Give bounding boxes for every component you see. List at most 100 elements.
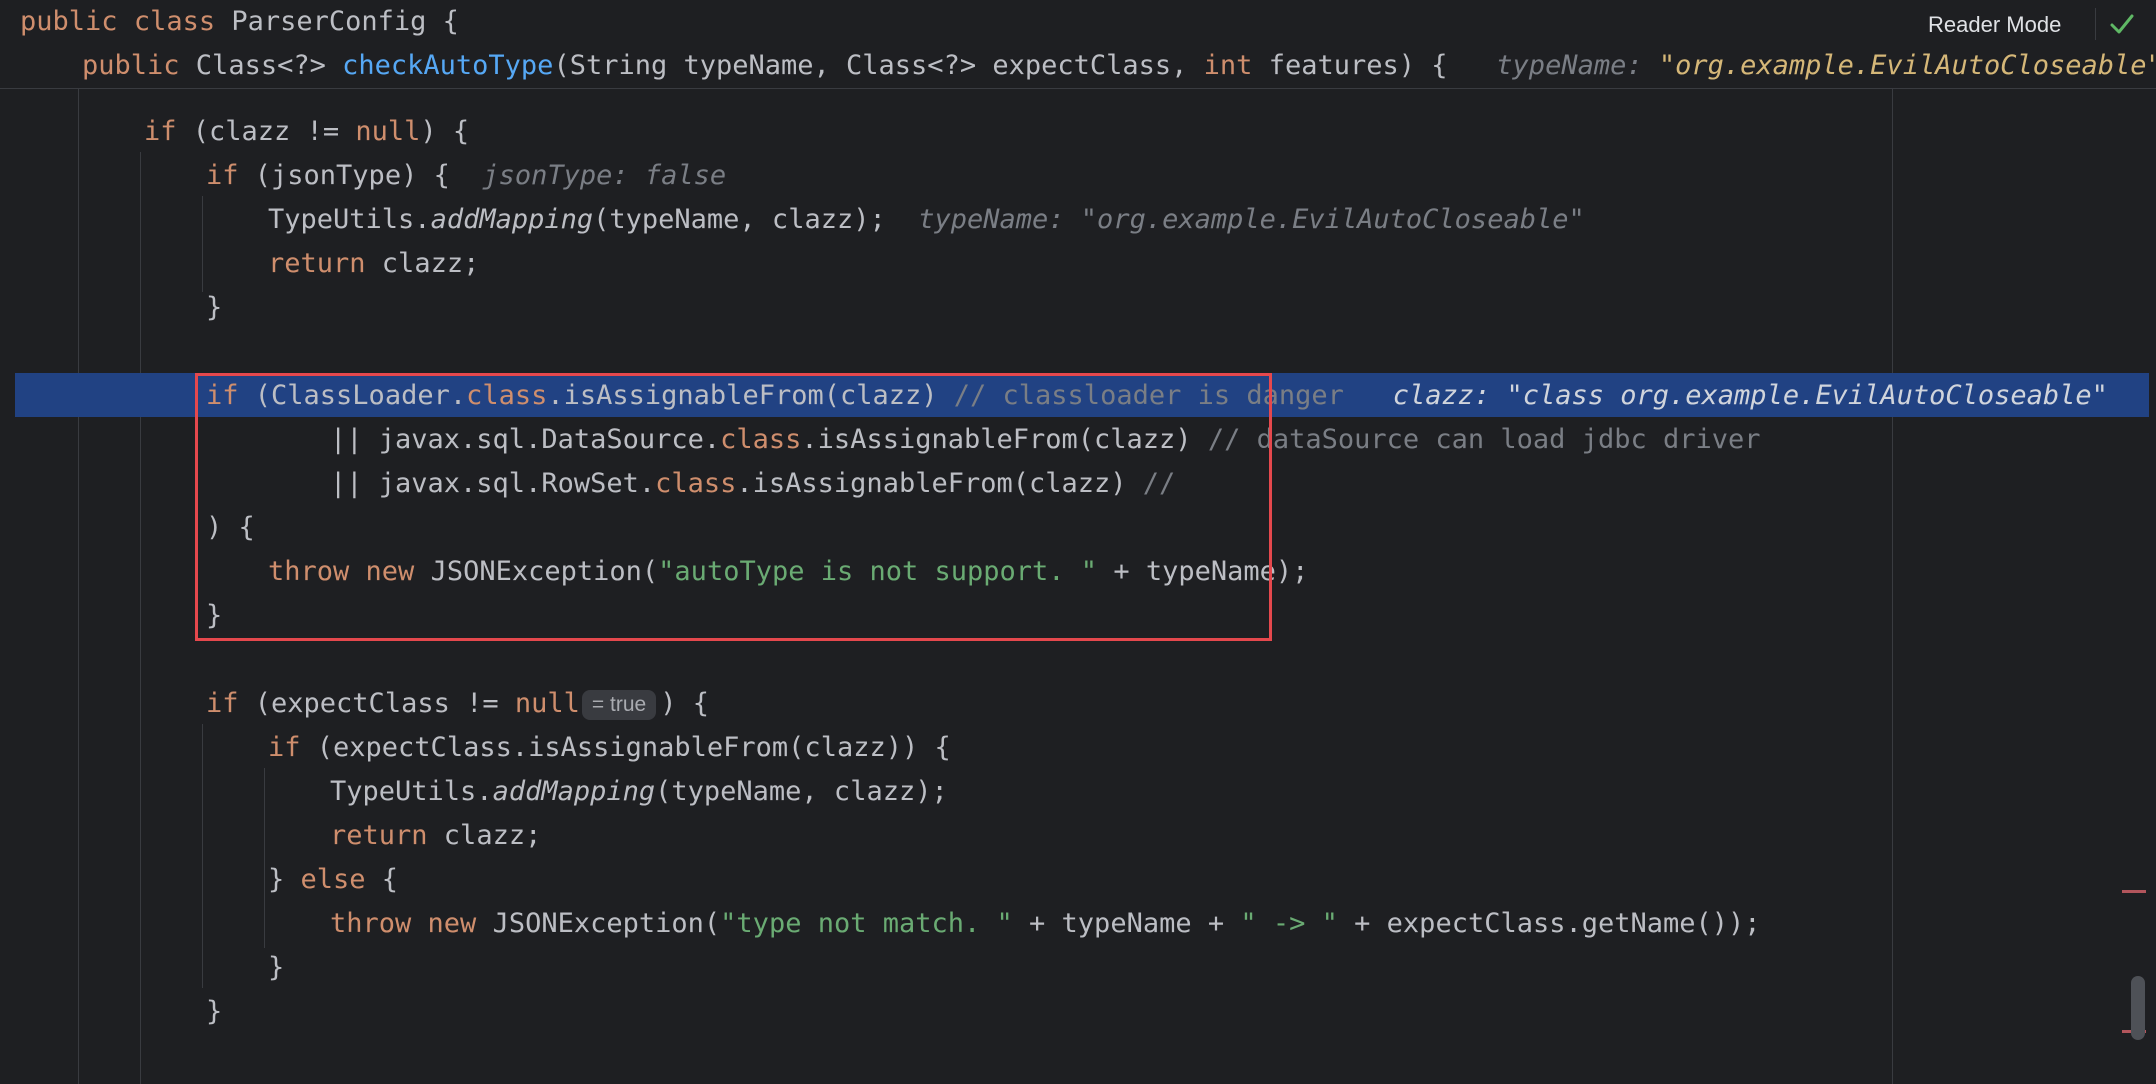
keyword: else	[300, 864, 366, 895]
keyword: class	[655, 468, 737, 499]
code-line: throw new JSONException("autoType is not…	[268, 550, 1308, 594]
code-line: }	[206, 990, 222, 1034]
debug-inlay-hint-value: "org.example.EvilAutoCloseable"	[1658, 50, 2156, 81]
code-line: }	[206, 594, 222, 638]
code-line: if (clazz != null) {	[144, 110, 469, 154]
code-text: (expectClass !=	[238, 688, 515, 719]
code-line: TypeUtils.addMapping(typeName, clazz); t…	[268, 198, 1585, 242]
debug-inlay-hint: typeName: "org.example.EvilAutoCloseable…	[918, 204, 1585, 235]
code-line: || javax.sql.DataSource.class.isAssignab…	[330, 418, 1761, 462]
keyword: if	[144, 116, 177, 147]
code-text: || javax.sql.RowSet.	[330, 468, 656, 499]
keyword: int	[1203, 50, 1253, 81]
keyword: null	[355, 116, 421, 147]
reader-mode-button[interactable]: Reader Mode	[1928, 10, 2061, 40]
indent-guide	[140, 152, 141, 1084]
debug-inlay-hint: jsonType: false	[482, 160, 727, 191]
method-call: addMapping	[430, 204, 594, 235]
code-text: (expectClass.isAssignableFrom(clazz)) {	[300, 732, 951, 763]
keyword: if	[268, 732, 301, 763]
vertical-scrollbar-thumb[interactable]	[2131, 976, 2145, 1040]
keyword: if	[206, 160, 239, 191]
code-line: ) {	[206, 506, 255, 550]
code-text: {	[365, 864, 399, 895]
code-editor[interactable]: public class ParserConfig { public Class…	[0, 0, 2156, 1084]
code-text: Class<?>	[179, 50, 343, 81]
method-name: checkAutoType	[342, 50, 554, 81]
checkmark-icon[interactable]	[2108, 10, 2136, 38]
indent-guide	[264, 768, 265, 948]
keyword: throw	[330, 908, 412, 939]
code-text: (jsonType) {	[238, 160, 450, 191]
code-text: }	[268, 952, 285, 983]
code-text: features) {	[1252, 50, 1448, 81]
right-margin-guide	[1892, 88, 1893, 1084]
code-comment: //	[1142, 468, 1176, 499]
keyword: throw	[268, 556, 350, 587]
keyword: return	[330, 820, 428, 851]
method-call: addMapping	[492, 776, 656, 807]
code-text: .isAssignableFrom(clazz)	[547, 380, 954, 411]
code-text: (typeName, clazz);	[655, 776, 948, 807]
toolbar-separator	[2095, 8, 2096, 40]
code-text: + typeName);	[1097, 556, 1309, 587]
debug-inlay-hint-label: typeName:	[1496, 50, 1659, 81]
code-text: }	[206, 292, 223, 323]
code-text: ) {	[420, 116, 470, 147]
code-text: JSONException(	[414, 556, 659, 587]
code-text: .isAssignableFrom(clazz)	[801, 424, 1208, 455]
code-text: (String typeName, Class<?> expectClass,	[553, 50, 1204, 81]
keyword: return	[268, 248, 366, 279]
string-literal: "autoType is not support. "	[658, 556, 1098, 587]
code-text: (typeName, clazz);	[593, 204, 886, 235]
keyword: public	[82, 50, 180, 81]
code-text: }	[268, 864, 301, 895]
keyword: class	[720, 424, 802, 455]
code-line: if (expectClass.isAssignableFrom(clazz))…	[268, 726, 951, 770]
code-text: TypeUtils.	[268, 204, 431, 235]
code-line: public Class<?> checkAutoType(String typ…	[82, 44, 2156, 88]
code-line: }	[268, 946, 284, 990]
code-text: clazz;	[365, 248, 480, 279]
keyword: public	[20, 6, 118, 37]
code-text: }	[206, 996, 223, 1027]
indent-guide	[78, 88, 79, 1084]
code-line: return clazz;	[330, 814, 541, 858]
code-line: public class ParserConfig {	[20, 0, 459, 44]
code-text: ) {	[206, 512, 255, 543]
code-text: || javax.sql.DataSource.	[330, 424, 721, 455]
code-line: || javax.sql.RowSet.class.isAssignableFr…	[330, 462, 1175, 506]
code-text: (clazz !=	[176, 116, 356, 147]
code-text: TypeUtils.	[330, 776, 493, 807]
debug-value-badge[interactable]: = true	[581, 689, 657, 720]
code-comment: // dataSource can load jdbc driver	[1207, 424, 1761, 455]
keyword: new	[365, 556, 415, 587]
code-text: (ClassLoader.	[238, 380, 467, 411]
string-literal: " -> "	[1240, 908, 1338, 939]
keyword: class	[466, 380, 548, 411]
code-line: throw new JSONException("type not match.…	[330, 902, 1761, 946]
indent-guide	[202, 196, 203, 292]
code-line: if (jsonType) { jsonType: false	[206, 154, 726, 198]
code-text: ) {	[660, 688, 709, 719]
sticky-lines-header: public class ParserConfig { public Class…	[0, 0, 2156, 89]
code-line: }	[206, 286, 222, 330]
keyword: if	[206, 380, 239, 411]
code-line: } else {	[268, 858, 398, 902]
error-stripe-marker[interactable]	[2122, 890, 2146, 893]
keyword: new	[427, 908, 477, 939]
class-declaration: ParserConfig {	[231, 6, 459, 37]
keyword: if	[206, 688, 239, 719]
code-text: clazz;	[427, 820, 542, 851]
code-text: + expectClass.getName());	[1337, 908, 1761, 939]
keyword: class	[133, 6, 216, 37]
code-text: + typeName +	[1012, 908, 1241, 939]
debug-inlay-hint: clazz: "class org.example.EvilAutoClosea…	[1392, 380, 2108, 411]
string-literal: "type not match. "	[720, 908, 1013, 939]
code-line: if (expectClass != null = true) {	[206, 682, 709, 726]
code-text: }	[206, 600, 223, 631]
indent-guide	[202, 724, 203, 988]
code-line: TypeUtils.addMapping(typeName, clazz);	[330, 770, 948, 814]
code-comment: // classloader is danger	[953, 380, 1344, 411]
keyword: null	[514, 688, 580, 719]
